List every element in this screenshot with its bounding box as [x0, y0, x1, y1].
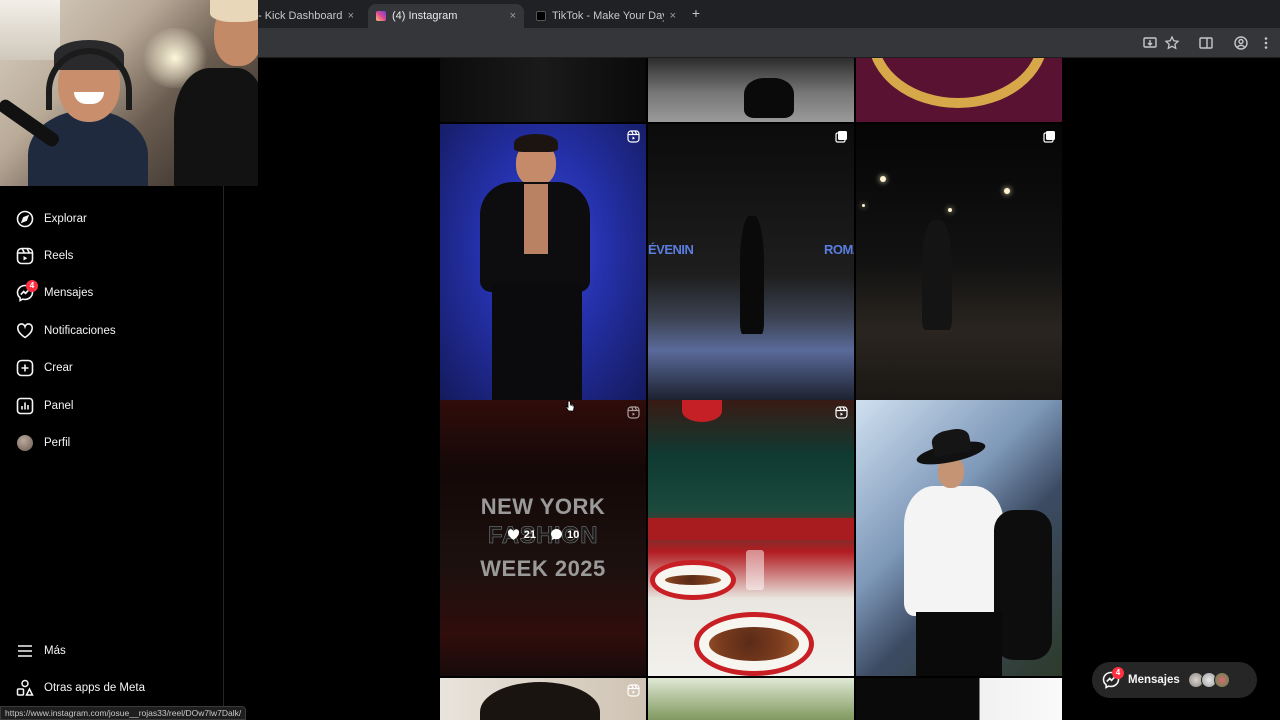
- mouse-cursor-icon: [565, 400, 575, 412]
- sidebar-item-label: Explorar: [44, 213, 87, 225]
- new-tab-button[interactable]: +: [688, 5, 704, 23]
- webcam-overlay: [0, 0, 258, 186]
- sidebar-item-mas[interactable]: Más: [16, 639, 206, 663]
- sidebar-item-label: Perfil: [44, 437, 71, 449]
- kebab-menu-icon[interactable]: [1258, 35, 1274, 51]
- sidebar-item-explorar[interactable]: Explorar: [16, 207, 206, 231]
- heart-icon: [507, 529, 519, 540]
- post-thumbnail[interactable]: ÉVENIN ROMAI: [648, 124, 854, 400]
- notification-badge: 4: [1112, 667, 1124, 679]
- profile-post-grid: ÉVENIN ROMAI NEW YORK FASHION WEEK 2025 …: [440, 58, 1062, 720]
- tab-close-icon[interactable]: ×: [510, 10, 516, 22]
- tab-title: - Kick Dashboard: [258, 10, 342, 22]
- tiktok-favicon-icon: [536, 11, 546, 21]
- sidebar-item-label: Otras apps de Meta: [44, 682, 145, 694]
- compass-icon: [16, 210, 34, 228]
- sidebar-item-label: Crear: [44, 362, 73, 374]
- post-thumbnail[interactable]: [856, 58, 1062, 122]
- carousel-icon: [835, 130, 848, 143]
- sidebar-item-crear[interactable]: Crear: [16, 356, 206, 380]
- messenger-icon: 4: [16, 280, 38, 302]
- post-overlay-text: WEEK 2025: [480, 556, 606, 581]
- messages-floating-button[interactable]: 4 Mensajes ···: [1092, 662, 1257, 698]
- tab-close-icon[interactable]: ×: [670, 10, 676, 22]
- sidebar-item-meta-apps[interactable]: Otras apps de Meta: [16, 676, 206, 700]
- sidebar-item-notificaciones[interactable]: Notificaciones: [16, 319, 206, 343]
- reel-icon: [627, 130, 640, 143]
- messages-label: Mensajes: [1128, 674, 1180, 686]
- sidebar-item-mensajes[interactable]: 4 Mensajes: [16, 280, 206, 305]
- apps-icon: [16, 679, 34, 697]
- reels-icon: [16, 247, 34, 265]
- runway-banner-text: ROMAI: [824, 242, 854, 257]
- post-hover-stats: 21 10: [440, 528, 646, 541]
- sidebar-item-label: Más: [44, 645, 66, 657]
- reel-icon: [835, 406, 848, 419]
- post-thumbnail[interactable]: [440, 58, 646, 122]
- heart-icon: [16, 322, 34, 340]
- link-status-bar: https://www.instagram.com/josue__rojas33…: [0, 706, 247, 720]
- runway-banner-text: ÉVENIN: [648, 242, 694, 257]
- recent-contacts-avatars: ···: [1188, 672, 1248, 688]
- profile-icon[interactable]: [1233, 35, 1249, 51]
- sidebar-item-perfil[interactable]: Perfil: [16, 431, 206, 455]
- post-thumbnail[interactable]: [648, 678, 854, 720]
- sidebar-item-label: Panel: [44, 400, 74, 412]
- sidebar-item-label: Notificaciones: [44, 325, 116, 337]
- carousel-icon: [1043, 130, 1056, 143]
- side-panel-icon[interactable]: [1198, 35, 1214, 51]
- bookmark-star-icon[interactable]: [1164, 35, 1180, 51]
- avatar: [16, 434, 34, 452]
- post-thumbnail[interactable]: [440, 124, 646, 400]
- reel-icon: [627, 406, 640, 419]
- avatar: [1214, 672, 1230, 688]
- sidebar-item-label: Mensajes: [44, 287, 94, 299]
- instagram-favicon-icon: [376, 11, 386, 21]
- install-app-icon[interactable]: [1142, 35, 1158, 51]
- sidebar-item-panel[interactable]: Panel: [16, 394, 206, 418]
- sidebar-item-reels[interactable]: Reels: [16, 244, 206, 268]
- post-thumbnail[interactable]: [648, 400, 854, 676]
- comment-icon: [551, 529, 562, 540]
- post-thumbnail[interactable]: [856, 124, 1062, 400]
- like-count: 21: [523, 528, 536, 541]
- tab-title: (4) Instagram: [392, 10, 458, 22]
- post-thumbnail-hovered[interactable]: NEW YORK FASHION WEEK 2025 21 10: [440, 400, 646, 676]
- tab-title: TikTok - Make Your Day: [552, 10, 664, 22]
- post-thumbnail[interactable]: [856, 678, 1062, 720]
- post-thumbnail[interactable]: [856, 400, 1062, 676]
- post-thumbnail[interactable]: [440, 678, 646, 720]
- plus-square-icon: [16, 359, 34, 377]
- tab-kick-dashboard[interactable]: - Kick Dashboard ×: [250, 4, 362, 28]
- comment-count: 10: [567, 528, 580, 541]
- messenger-icon: 4: [1102, 667, 1124, 689]
- bar-chart-icon: [16, 397, 34, 415]
- tab-tiktok[interactable]: TikTok - Make Your Day ×: [528, 4, 684, 28]
- reel-icon: [627, 684, 640, 697]
- menu-icon: [16, 642, 34, 660]
- sidebar-item-label: Reels: [44, 250, 74, 262]
- post-thumbnail[interactable]: [648, 58, 854, 122]
- notification-badge: 4: [26, 280, 38, 292]
- tab-close-icon[interactable]: ×: [348, 10, 354, 22]
- post-overlay-text: NEW YORK: [480, 494, 606, 519]
- tab-instagram[interactable]: (4) Instagram ×: [368, 4, 524, 28]
